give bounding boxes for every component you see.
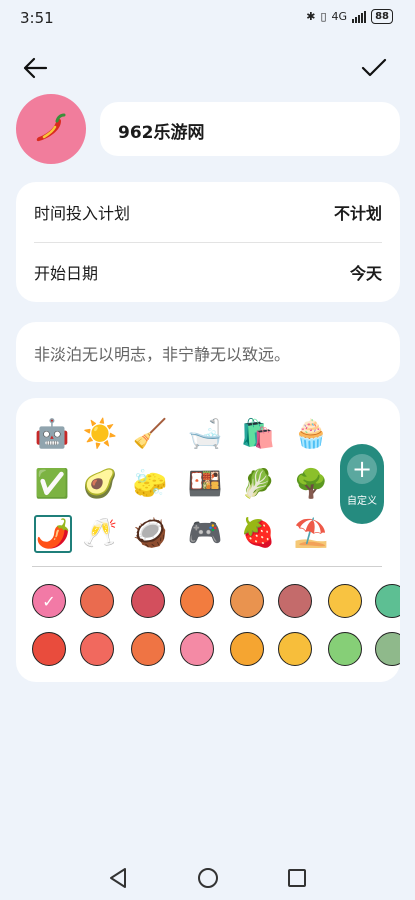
beach-umbrella-icon[interactable]: ⛱️ (293, 515, 329, 551)
cleaning-icon[interactable]: 🧹 (132, 416, 168, 452)
square-recents-icon (288, 869, 306, 887)
triangle-back-icon (110, 868, 126, 888)
battery-indicator: 88 (371, 9, 393, 24)
time-plan-value: 不计划 (333, 204, 382, 223)
start-date-row[interactable]: 开始日期 今天 (34, 242, 382, 302)
cupcake-icon[interactable]: 🧁 (293, 416, 329, 452)
nav-home-button[interactable] (195, 865, 221, 891)
checkmark-icon (361, 58, 387, 77)
motto-text: 非淡泊无以明志，非宁静无以致远。 (34, 345, 291, 364)
shopping-bag-icon[interactable]: 🛍️ (240, 416, 276, 452)
task-avatar[interactable] (16, 94, 86, 164)
task-name-text: 962乐游网 (118, 123, 205, 143)
circle-home-icon (198, 868, 218, 888)
selected-check-icon: ✓ (42, 591, 56, 611)
strawberry-icon[interactable]: 🍓 (240, 515, 276, 551)
color-swatch[interactable] (328, 584, 362, 618)
chili-pepper-icon (36, 113, 66, 142)
vacuum-icon[interactable]: 🧽 (132, 466, 168, 502)
color-swatch[interactable] (80, 584, 114, 618)
top-bar (0, 48, 415, 88)
confirm-button[interactable] (354, 48, 394, 88)
icon-color-picker-card: 🤖 ☀️ 🧹 🛁 🛍️ 🧁 ✅ 🥑 🧽 🍱 🥬 🌳 🌶️ 🥂 🥥 🎮 🍓 ⛱️ + 自定义 ✓ (16, 398, 400, 682)
color-swatch[interactable] (230, 584, 264, 618)
bluetooth-icon: ✱ (306, 10, 316, 23)
sun-icon[interactable]: ☀️ (82, 416, 118, 452)
sushi-icon[interactable]: 🍱 (187, 466, 223, 502)
color-swatch[interactable] (180, 584, 214, 618)
color-swatch[interactable]: ✓ (32, 584, 66, 618)
divider (32, 566, 382, 567)
bathtub-icon[interactable]: 🛁 (187, 416, 223, 452)
status-bar: 3:51 ✱ ▯ 4G 88 (0, 0, 415, 36)
status-time: 3:51 (20, 9, 54, 27)
color-swatch[interactable] (278, 632, 312, 666)
spinach-leaf-icon[interactable]: 🥬 (240, 466, 276, 502)
color-swatch[interactable] (180, 632, 214, 666)
task-name-field[interactable]: 962乐游网 (100, 102, 400, 156)
system-nav-bar (0, 855, 415, 900)
color-swatch[interactable] (131, 584, 165, 618)
park-icon[interactable]: 🌳 (293, 466, 329, 502)
chili-pepper-icon[interactable]: 🌶️ (34, 515, 72, 553)
time-plan-label: 时间投入计划 (34, 204, 131, 223)
network-type: 4G (331, 10, 348, 23)
game-controller-icon[interactable]: 🎮 (187, 515, 223, 551)
plus-icon: + (347, 454, 377, 484)
status-icons: ✱ ▯ 4G 88 (306, 9, 393, 24)
color-swatch[interactable] (375, 632, 400, 666)
color-swatch[interactable] (278, 584, 312, 618)
color-swatch[interactable] (80, 632, 114, 666)
nav-recents-button[interactable] (284, 865, 310, 891)
vibrate-icon: ▯ (320, 10, 327, 23)
time-plan-row[interactable]: 时间投入计划 不计划 (34, 182, 382, 242)
color-swatch[interactable] (375, 584, 400, 618)
nav-back-button[interactable] (105, 865, 131, 891)
back-arrow-icon (23, 57, 48, 79)
signal-icon (352, 10, 367, 23)
plan-card: 时间投入计划 不计划 开始日期 今天 (16, 182, 400, 302)
color-swatch[interactable] (32, 632, 66, 666)
color-swatch[interactable] (230, 632, 264, 666)
start-date-value: 今天 (349, 264, 382, 283)
robot-icon[interactable]: 🤖 (34, 416, 70, 452)
check-badge-icon[interactable]: ✅ (34, 466, 70, 502)
cheers-icon[interactable]: 🥂 (82, 515, 118, 551)
avocado-icon[interactable]: 🥑 (82, 466, 118, 502)
color-swatch[interactable] (328, 632, 362, 666)
start-date-label: 开始日期 (34, 264, 99, 283)
custom-icon-button[interactable]: + 自定义 (340, 444, 384, 524)
back-button[interactable] (15, 48, 55, 88)
coconut-drink-icon[interactable]: 🥥 (132, 515, 168, 551)
motto-card[interactable]: 非淡泊无以明志，非宁静无以致远。 (16, 322, 400, 382)
color-swatch[interactable] (131, 632, 165, 666)
custom-icon-label: 自定义 (347, 496, 377, 507)
